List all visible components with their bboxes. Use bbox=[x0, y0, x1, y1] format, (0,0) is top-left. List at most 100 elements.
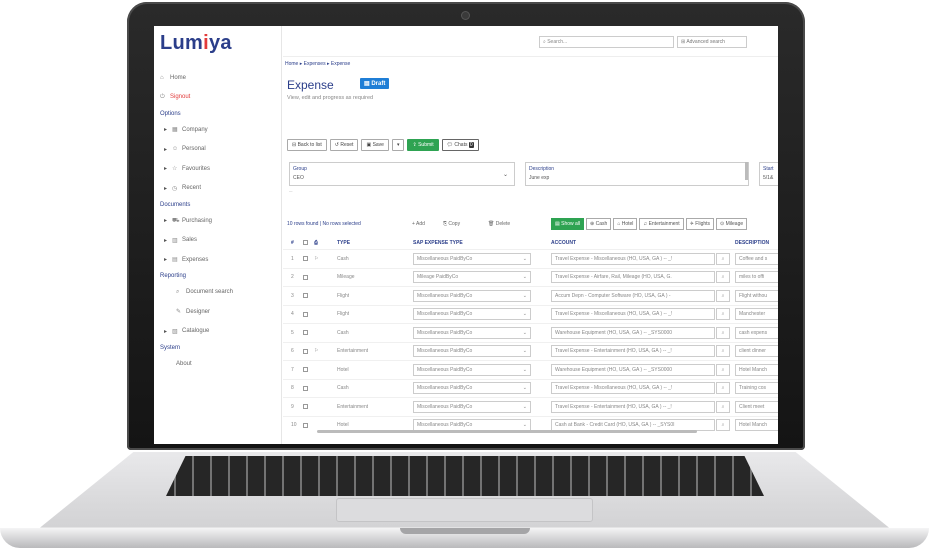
row-checkbox[interactable] bbox=[303, 398, 308, 416]
col-sap-expense-type[interactable]: SAP EXPENSE TYPE bbox=[413, 236, 463, 249]
description-cell[interactable]: Hotel Manch bbox=[735, 361, 778, 379]
expand-arrow-icon[interactable]: ▸ bbox=[164, 146, 172, 153]
filter-show-all[interactable]: ▤ Show all bbox=[551, 218, 585, 230]
sidebar-item[interactable]: ▸ ▤ Expenses bbox=[154, 250, 282, 270]
search-input[interactable]: ⌕ Search... bbox=[539, 36, 674, 48]
lookup-search-icon[interactable]: ⌕ bbox=[716, 289, 730, 302]
attachment-icon[interactable]: ⚐ bbox=[314, 250, 318, 268]
description-cell[interactable]: cash expens bbox=[735, 324, 778, 342]
col-type[interactable]: TYPE bbox=[337, 236, 350, 249]
account-field[interactable]: Travel Expense - Airfare, Rail, Mileage … bbox=[551, 269, 730, 287]
table-row[interactable]: 5 Cash Miscellaneous PaidByCo ⌄ Warehouse Eq… bbox=[283, 323, 778, 342]
sap-expense-type-select[interactable]: Miscellaneous PaidByCo ⌄ bbox=[413, 343, 531, 361]
sidebar-item[interactable]: About bbox=[154, 354, 282, 374]
filter-flights[interactable]: ✈ Flights bbox=[685, 218, 715, 230]
sap-expense-type-select[interactable]: Miscellaneous PaidByCo ⌄ bbox=[413, 287, 531, 305]
lookup-search-icon[interactable]: ⌕ bbox=[716, 271, 730, 284]
description-cell[interactable]: Training cos bbox=[735, 380, 778, 398]
description-field[interactable]: Description June exp bbox=[525, 162, 749, 186]
table-row[interactable]: 3 Flight Miscellaneous PaidByCo ⌄ Accum Depn… bbox=[283, 286, 778, 305]
delete-button[interactable]: 🗑︎ Delete bbox=[488, 219, 510, 230]
row-checkbox[interactable] bbox=[303, 306, 308, 324]
advanced-search-button[interactable]: ⊞ Advanced search bbox=[677, 36, 747, 48]
expand-arrow-icon[interactable]: ▸ bbox=[164, 328, 172, 335]
select-all-checkbox[interactable] bbox=[303, 236, 308, 249]
resize-handle[interactable] bbox=[745, 162, 748, 180]
sidebar-item[interactable]: ⏻ Signout bbox=[154, 88, 282, 108]
save-button[interactable]: ▣ Save bbox=[361, 139, 389, 151]
submit-button[interactable]: ⇪ Submit bbox=[407, 139, 439, 151]
lookup-search-icon[interactable]: ⌕ bbox=[716, 419, 730, 432]
sidebar-item[interactable]: ⌂ Home bbox=[154, 68, 282, 88]
back-to-list-button[interactable]: ⊟ Back to list bbox=[287, 139, 327, 151]
row-checkbox[interactable] bbox=[303, 324, 308, 342]
reset-button[interactable]: ↺ Reset bbox=[329, 139, 359, 151]
row-checkbox[interactable] bbox=[303, 417, 308, 435]
lookup-search-icon[interactable]: ⌕ bbox=[716, 326, 730, 339]
description-cell[interactable]: miles to offi bbox=[735, 269, 778, 287]
description-cell[interactable]: Hotel Manch bbox=[735, 417, 778, 435]
account-field[interactable]: Travel Expense - Miscellaneous (HO, USA,… bbox=[551, 250, 730, 268]
description-cell[interactable]: Flight withou bbox=[735, 287, 778, 305]
col-account[interactable]: ACCOUNT bbox=[551, 236, 576, 249]
table-row[interactable]: 4 Flight Miscellaneous PaidByCo ⌄ Travel Exp… bbox=[283, 304, 778, 324]
lookup-search-icon[interactable]: ⌕ bbox=[716, 308, 730, 321]
description-cell[interactable]: Client meet bbox=[735, 398, 778, 416]
sidebar-item[interactable]: ▸ ☆ Favourites bbox=[154, 159, 282, 179]
sap-expense-type-select[interactable]: Mileage PaidByCo ⌄ bbox=[413, 269, 531, 287]
col-description[interactable]: DESCRIPTION bbox=[735, 236, 769, 249]
account-field[interactable]: Travel Expense - Entertainment (HO, USA,… bbox=[551, 398, 730, 416]
table-row[interactable]: 2 Mileage Mileage PaidByCo ⌄ Travel Expense … bbox=[283, 267, 778, 287]
row-checkbox[interactable] bbox=[303, 269, 308, 287]
filter-entertainment[interactable]: ♫ Entertainment bbox=[639, 218, 684, 230]
account-field[interactable]: Travel Expense - Miscellaneous (HO, USA,… bbox=[551, 306, 730, 324]
sap-expense-type-select[interactable]: Miscellaneous PaidByCo ⌄ bbox=[413, 398, 531, 416]
table-row[interactable]: 6 ⚐ Entertainment Miscellaneous PaidByCo ⌄ Tr… bbox=[283, 341, 778, 361]
row-checkbox[interactable] bbox=[303, 287, 308, 305]
chats-button[interactable]: 💬︎ Chats 0 bbox=[441, 139, 479, 151]
account-field[interactable]: Warehouse Equipment (HO, USA, GA ) -- _S… bbox=[551, 361, 730, 379]
lookup-search-icon[interactable]: ⌕ bbox=[716, 400, 730, 413]
lookup-search-icon[interactable]: ⌕ bbox=[716, 252, 730, 265]
filter-mileage[interactable]: ⊙ Mileage bbox=[716, 218, 748, 230]
table-row[interactable]: 8 Cash Miscellaneous PaidByCo ⌄ Travel Expen… bbox=[283, 378, 778, 398]
horizontal-scrollbar[interactable] bbox=[317, 430, 697, 433]
table-row[interactable]: 9 Entertainment Miscellaneous PaidByCo ⌄ Tra… bbox=[283, 397, 778, 416]
lookup-search-icon[interactable]: ⌕ bbox=[716, 363, 730, 376]
row-checkbox[interactable] bbox=[303, 361, 308, 379]
sap-expense-type-select[interactable]: Miscellaneous PaidByCo ⌄ bbox=[413, 380, 531, 398]
expand-arrow-icon[interactable]: ▸ bbox=[164, 237, 172, 244]
expand-arrow-icon[interactable]: ▸ bbox=[164, 185, 172, 192]
sap-expense-type-select[interactable]: Miscellaneous PaidByCo ⌄ bbox=[413, 250, 531, 268]
sidebar-item[interactable]: ⌕ Document search bbox=[154, 283, 282, 303]
expand-arrow-icon[interactable]: ▸ bbox=[164, 126, 172, 133]
account-field[interactable]: Travel Expense - Entertainment (HO, USA,… bbox=[551, 343, 730, 361]
lookup-search-icon[interactable]: ⌕ bbox=[716, 345, 730, 358]
account-field[interactable]: Travel Expense - Miscellaneous (HO, USA,… bbox=[551, 380, 730, 398]
row-checkbox[interactable] bbox=[303, 343, 308, 361]
expand-arrow-icon[interactable]: ▸ bbox=[164, 217, 172, 224]
sap-expense-type-select[interactable]: Miscellaneous PaidByCo ⌄ bbox=[413, 361, 531, 379]
sap-expense-type-select[interactable]: Miscellaneous PaidByCo ⌄ bbox=[413, 306, 531, 324]
description-cell[interactable]: Coffee and s bbox=[735, 250, 778, 268]
sidebar-item[interactable]: ▸ ⛟ Purchasing bbox=[154, 211, 282, 231]
sap-expense-type-select[interactable]: Miscellaneous PaidByCo ⌄ bbox=[413, 324, 531, 342]
sidebar-item[interactable]: ▸ ▥ Sales bbox=[154, 231, 282, 251]
expand-arrow-icon[interactable]: ▸ bbox=[164, 165, 172, 172]
breadcrumb[interactable]: Home ▸ Expenses ▸ Expense bbox=[285, 61, 350, 67]
copy-button[interactable]: ⎘ Copy bbox=[443, 219, 460, 230]
sidebar-item[interactable]: ▸ ◷ Recent bbox=[154, 179, 282, 199]
sidebar-item[interactable]: ▸ ▧ Catalogue bbox=[154, 322, 282, 342]
sidebar-item[interactable]: ▸ ☺ Personal bbox=[154, 140, 282, 160]
filter-hotel[interactable]: ⌂ Hotel bbox=[613, 218, 638, 230]
description-cell[interactable]: Manchester bbox=[735, 306, 778, 324]
save-dropdown-button[interactable]: ▾ bbox=[391, 139, 405, 151]
account-field[interactable]: Warehouse Equipment (HO, USA, GA ) -- _S… bbox=[551, 324, 730, 342]
attachment-icon[interactable]: ⚐ bbox=[314, 343, 318, 361]
add-row-button[interactable]: + Add bbox=[412, 219, 425, 230]
table-row[interactable]: 7 Hotel Miscellaneous PaidByCo ⌄ Warehouse E… bbox=[283, 360, 778, 379]
account-field[interactable]: Accum Depn - Computer Software (HO, USA,… bbox=[551, 287, 730, 305]
row-checkbox[interactable] bbox=[303, 380, 308, 398]
description-cell[interactable]: client dinner bbox=[735, 343, 778, 361]
group-field[interactable]: Group CEO ⌄ bbox=[289, 162, 515, 186]
